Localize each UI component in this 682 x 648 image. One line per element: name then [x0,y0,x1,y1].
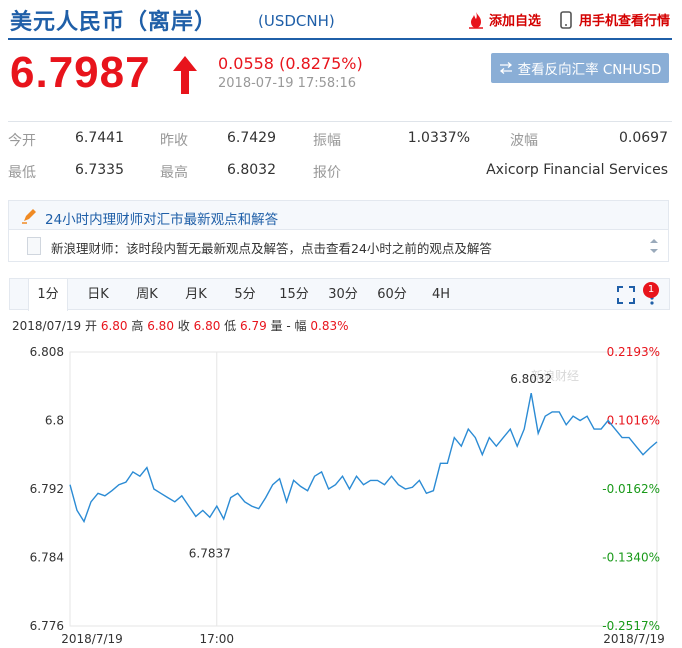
ohlc-date: 2018/07/19 [12,319,82,333]
reverse-rate-label: 查看反向汇率 CNHUSD [517,62,662,78]
pct-tick-label: -0.1340% [602,551,660,565]
tab-1min[interactable]: 1分 [28,279,68,311]
x-tick-label: 2018/7/19 [61,632,123,646]
ohlc-open-label: 开 [85,319,98,333]
pct-tick-label: 0.1016% [607,414,660,428]
stat-amplitude-value: 1.0337% [407,130,470,146]
stat-prev-close-label: 昨收 [160,133,188,149]
more-menu-icon[interactable]: 1 [643,282,659,306]
header-divider [8,38,672,40]
tab-weekly-k[interactable]: 周K [127,279,167,310]
news-body[interactable]: 新浪理财师：该时段内暂无最新观点及解答，点击查看24小时之前的观点及解答 [8,230,669,262]
symbol-code: (USDCNH) [258,12,335,30]
ohlc-open: 6.80 [100,319,128,333]
news-heading-bar[interactable]: 24小时内理财师对汇市最新观点和解答 [8,200,669,230]
tab-30min[interactable]: 30分 [323,279,363,310]
mobile-view-button[interactable]: 用手机查看行情 [557,10,670,29]
header-actions: 添加自选 用手机查看行情 [467,10,670,29]
swap-icon [499,62,512,74]
news-heading: 24小时内理财师对汇市最新观点和解答 [45,212,279,228]
chart-period-tabs: 1分 日K 周K 月K 5分 15分 30分 60分 4H 1 [9,278,670,311]
stats-row: 最低 6.7335 最高 6.8032 报价 Axicorp Financial… [8,155,672,185]
tab-15min[interactable]: 15分 [274,279,314,310]
ohlc-low-label: 低 [224,319,237,333]
pct-tick-label: -0.0162% [602,482,660,496]
intraday-chart[interactable]: 新浪财经 6.808 6.8 6.792 6.784 6.776 0.2193% 0.1016… [0,335,682,648]
stat-high-value: 6.8032 [227,162,276,178]
ohlc-close-label: 收 [177,319,190,333]
stat-quote-source-value: Axicorp Financial Services [486,162,668,178]
stat-range-value: 0.0697 [619,130,668,146]
add-watchlist-label: 添加自选 [488,14,541,29]
x-tick-label: 2018/7/19 [603,632,665,646]
news-marker [27,237,41,255]
tab-monthly-k[interactable]: 月K [176,279,216,310]
page-title: 美元人民币（离岸） [10,10,218,35]
stat-amplitude-label: 振幅 [313,133,341,149]
price-change: 0.0558 (0.8275%) [218,54,363,73]
stat-range-label: 波幅 [510,133,538,149]
reverse-rate-button[interactable]: 查看反向汇率 CNHUSD [491,53,669,83]
stat-quote-source-label: 报价 [313,165,341,181]
ohlc-high-label: 高 [131,319,144,333]
ohlc-volume-label: 量 - [270,319,291,333]
price-series-line [69,392,658,524]
stats-row: 今开 6.7441 昨收 6.7429 振幅 1.0337% 波幅 0.0697 [8,123,672,153]
fire-icon [467,11,485,29]
ohlc-summary: 2018/07/19 开 6.80 高 6.80 收 6.80 低 6.79 量… [12,317,349,334]
quote-timestamp: 2018-07-19 17:58:16 [218,76,357,91]
x-tick-label: 17:00 [199,632,234,646]
extreme-value-label: 6.7837 [189,546,231,560]
stat-prev-close-value: 6.7429 [227,130,276,146]
scroll-arrows-icon[interactable] [648,236,660,256]
y-tick-label: 6.792 [30,482,64,496]
y-tick-label: 6.808 [30,345,64,359]
ohlc-low: 6.79 [240,319,267,333]
ohlc-close: 6.80 [193,319,221,333]
tab-60min[interactable]: 60分 [372,279,412,310]
up-arrow-icon [173,56,197,94]
current-price: 6.7987 [10,48,151,97]
fullscreen-icon[interactable] [617,286,635,304]
pct-tick-label: 0.2193% [607,345,660,359]
pencil-icon [22,209,36,224]
stat-low-value: 6.7335 [75,162,124,178]
intraday-chart-svg: 新浪财经6.8086.86.7926.7846.7760.2193%0.1016… [30,345,665,646]
add-watchlist-button[interactable]: 添加自选 [467,10,541,29]
y-tick-label: 6.776 [30,619,64,633]
notification-badge: 1 [643,282,659,298]
mobile-view-label: 用手机查看行情 [578,14,670,29]
y-tick-label: 6.784 [30,551,64,565]
extreme-value-label: 6.8032 [510,372,552,386]
stat-high-label: 最高 [160,165,188,181]
ohlc-amplitude-label: 幅 [294,319,307,333]
stats-divider [8,121,672,122]
tab-4h[interactable]: 4H [421,279,461,310]
tab-5min[interactable]: 5分 [225,279,265,310]
phone-icon [557,10,575,29]
plot-frame [69,351,658,627]
ohlc-amplitude: 0.83% [310,319,349,333]
pct-tick-label: -0.2517% [602,619,660,633]
y-tick-label: 6.8 [45,414,64,428]
stat-open-label: 今开 [8,133,36,149]
stat-open-value: 6.7441 [75,130,124,146]
stat-low-label: 最低 [8,165,36,181]
quote-header: 美元人民币（离岸） (USDCNH) 添加自选 用手机查看行情 [0,0,682,42]
tab-daily-k[interactable]: 日K [78,279,118,310]
ohlc-high: 6.80 [147,319,174,333]
news-text: 新浪理财师：该时段内暂无最新观点及解答，点击查看24小时之前的观点及解答 [51,241,492,256]
